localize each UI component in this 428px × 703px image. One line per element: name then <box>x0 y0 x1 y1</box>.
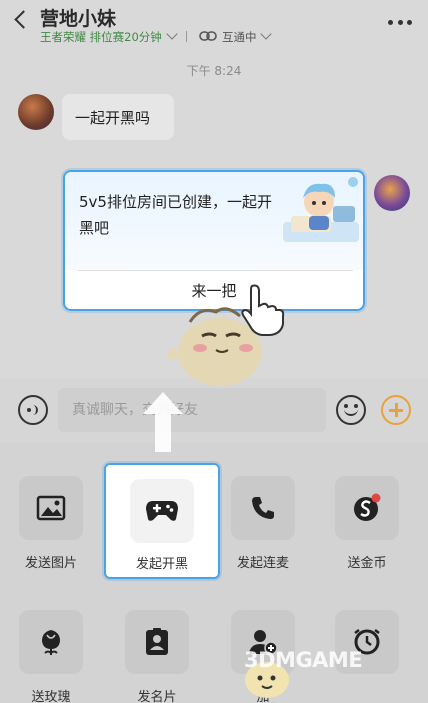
tool-label: 发起开黑 <box>135 557 188 572</box>
chat-title: 营地小妹 <box>40 8 117 30</box>
send-coins-button[interactable]: 送金币 <box>316 442 418 571</box>
message-input[interactable] <box>58 388 326 432</box>
rose-icon <box>19 610 83 674</box>
watermark-logo: 3DMGAME <box>244 648 363 672</box>
card-text: 5v5排位房间已创建，一起开黑吧 <box>79 193 272 237</box>
message-bubble: 一起开黑吗 <box>62 94 174 140</box>
tool-label: 送玫瑰 <box>31 690 71 703</box>
tool-label: 送金币 <box>347 556 387 571</box>
chat-header: 营地小妹 王者荣耀 排位赛20分钟 互通中 <box>0 0 428 52</box>
tool-label: 发送图片 <box>24 556 77 571</box>
gamepad-icon <box>130 479 194 543</box>
start-game-button[interactable]: 发起开黑 <box>104 463 220 579</box>
coin-icon <box>335 476 399 540</box>
tools-panel: 发送图片 发起开黑 发起连麦 送金币 送玫瑰 发名片 加 <box>0 442 428 703</box>
voice-icon[interactable] <box>18 395 48 425</box>
chevron-down-icon[interactable] <box>260 28 272 40</box>
user-avatar[interactable] <box>374 175 410 211</box>
start-voice-call-button[interactable]: 发起连麦 <box>212 442 314 571</box>
divider <box>186 31 187 42</box>
timer-button[interactable] <box>316 576 418 696</box>
send-rose-button[interactable]: 送玫瑰 <box>0 576 102 703</box>
tool-label: 发名片 <box>137 690 177 703</box>
phone-icon <box>231 476 295 540</box>
image-icon <box>19 476 83 540</box>
team-invite-card: 5v5排位房间已创建，一起开黑吧 来一把 <box>63 170 365 311</box>
contact-avatar[interactable] <box>18 94 54 130</box>
more-options-icon[interactable] <box>388 20 412 26</box>
emoji-icon[interactable] <box>336 395 366 425</box>
link-status[interactable]: 互通中 <box>222 29 257 45</box>
up-arrow-icon <box>143 392 183 452</box>
game-status-subtitle[interactable]: 王者荣耀 排位赛20分钟 <box>40 29 162 45</box>
send-namecard-button[interactable]: 发名片 <box>106 576 208 703</box>
message-timestamp: 下午 8:24 <box>186 64 242 78</box>
chevron-down-icon[interactable] <box>166 28 178 40</box>
card-icon <box>125 610 189 674</box>
link-icon <box>199 31 217 41</box>
back-arrow-icon[interactable] <box>14 10 28 30</box>
tool-label: 发起连麦 <box>236 556 289 571</box>
send-image-button[interactable]: 发送图片 <box>0 442 102 571</box>
plus-icon[interactable] <box>381 395 411 425</box>
character-illustration-icon <box>283 177 359 242</box>
pointer-hand-icon <box>241 284 285 336</box>
